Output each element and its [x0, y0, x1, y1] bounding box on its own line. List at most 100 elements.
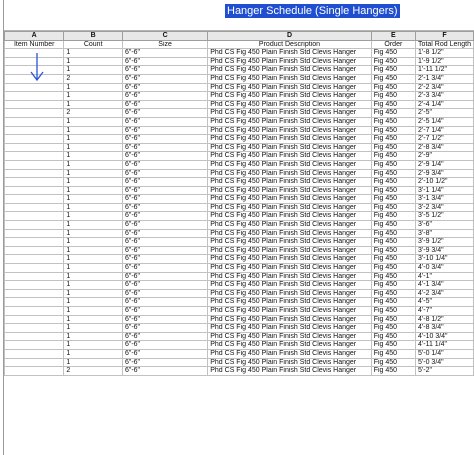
cell-order[interactable]: Fig 450 — [370, 108, 417, 118]
cell-total-rod-length[interactable]: 4'-2 3/4" — [415, 288, 474, 299]
table-row[interactable]: 1 6"-6" Phd CS Fig 450 Plain Finish Std Cl… — [3, 65, 474, 75]
cell-order[interactable]: Fig 450 — [370, 202, 417, 213]
cell-product-description[interactable]: Phd CS Fig 450 Plain Finish Std Clevis H… — [207, 331, 372, 342]
cell-product-description[interactable]: Phd CS Fig 450 Plain Finish Std Clevis H… — [207, 237, 372, 247]
table-row[interactable]: 1 6"-6" Phd CS Fig 450 Plain Finish Std Cl… — [3, 142, 474, 153]
cell-size[interactable]: 6"-6" — [121, 297, 209, 307]
cell-size[interactable]: 6"-6" — [121, 65, 209, 75]
cell-item-number[interactable] — [3, 323, 65, 333]
table-row[interactable]: 1 6"-6" Phd CS Fig 450 Plain Finish Std Cl… — [3, 263, 474, 273]
cell-total-rod-length[interactable]: 2'-10 1/2" — [415, 177, 474, 187]
cell-total-rod-length[interactable]: 2'-9" — [415, 151, 474, 161]
cell-order[interactable]: Fig 450 — [370, 48, 417, 58]
cell-order[interactable]: Fig 450 — [370, 280, 417, 290]
cell-count[interactable]: 1 — [63, 263, 123, 273]
cell-count[interactable]: 1 — [63, 159, 123, 170]
cell-item-number[interactable] — [3, 177, 65, 187]
cell-item-number[interactable] — [3, 108, 65, 118]
cell-product-description[interactable]: Phd CS Fig 450 Plain Finish Std Clevis H… — [207, 82, 372, 93]
cell-order[interactable]: Fig 450 — [370, 194, 417, 204]
cell-total-rod-length[interactable]: 3'-6" — [415, 220, 474, 230]
table-row[interactable]: 2 6"-6" Phd CS Fig 450 Plain Finish Std Cl… — [3, 108, 474, 118]
cell-order[interactable]: Fig 450 — [370, 237, 417, 247]
cell-size[interactable]: 6"-6" — [121, 82, 209, 93]
cell-product-description[interactable]: Phd CS Fig 450 Plain Finish Std Clevis H… — [207, 220, 372, 230]
cell-count[interactable]: 1 — [63, 91, 123, 101]
cell-product-description[interactable]: Phd CS Fig 450 Plain Finish Std Clevis H… — [207, 280, 372, 290]
table-row[interactable]: 1 6"-6" Phd CS Fig 450 Plain Finish Std Cl… — [3, 340, 474, 350]
cell-count[interactable]: 1 — [63, 99, 123, 110]
cell-product-description[interactable]: Phd CS Fig 450 Plain Finish Std Clevis H… — [207, 263, 372, 273]
cell-item-number[interactable] — [3, 366, 65, 376]
cell-order[interactable]: Fig 450 — [370, 357, 417, 368]
cell-size[interactable]: 6"-6" — [121, 306, 209, 316]
table-row[interactable]: 1 6"-6" Phd CS Fig 450 Plain Finish Std Cl… — [3, 168, 474, 179]
cell-total-rod-length[interactable]: 2'-9 1/4" — [415, 159, 474, 170]
cell-order[interactable]: Fig 450 — [370, 314, 417, 325]
cell-product-description[interactable]: Phd CS Fig 450 Plain Finish Std Clevis H… — [207, 357, 372, 368]
table-row[interactable]: 1 6"-6" Phd CS Fig 450 Plain Finish Std Cl… — [3, 323, 474, 333]
cell-count[interactable]: 1 — [63, 357, 123, 368]
cell-total-rod-length[interactable]: 4'-7" — [415, 306, 474, 316]
cell-count[interactable]: 1 — [63, 237, 123, 247]
cell-total-rod-length[interactable]: 1'-8 1/2" — [415, 48, 474, 58]
table-row[interactable]: 1 6"-6" Phd CS Fig 450 Plain Finish Std Cl… — [3, 91, 474, 101]
cell-order[interactable]: Fig 450 — [370, 82, 417, 93]
cell-order[interactable]: Fig 450 — [370, 348, 417, 359]
table-row[interactable]: 1 6"-6" Phd CS Fig 450 Plain Finish Std Cl… — [3, 194, 474, 204]
cell-total-rod-length[interactable]: 3'-8" — [415, 228, 474, 239]
cell-item-number[interactable] — [3, 134, 65, 144]
cell-item-number[interactable] — [3, 151, 65, 161]
cell-order[interactable]: Fig 450 — [370, 297, 417, 307]
cell-order[interactable]: Fig 450 — [370, 323, 417, 333]
cell-product-description[interactable]: Phd CS Fig 450 Plain Finish Std Clevis H… — [207, 185, 372, 196]
cell-order[interactable]: Fig 450 — [370, 142, 417, 153]
cell-item-number[interactable] — [3, 314, 65, 325]
cell-total-rod-length[interactable]: 4'-1 3/4" — [415, 280, 474, 290]
cell-count[interactable]: 1 — [63, 245, 123, 256]
cell-count[interactable]: 1 — [63, 220, 123, 230]
cell-item-number[interactable] — [3, 263, 65, 273]
cell-count[interactable]: 1 — [63, 254, 123, 265]
cell-size[interactable]: 6"-6" — [121, 73, 209, 84]
cell-product-description[interactable]: Phd CS Fig 450 Plain Finish Std Clevis H… — [207, 366, 372, 376]
cell-total-rod-length[interactable]: 2'-5 1/4" — [415, 116, 474, 127]
cell-count[interactable]: 1 — [63, 297, 123, 307]
cell-product-description[interactable]: Phd CS Fig 450 Plain Finish Std Clevis H… — [207, 314, 372, 325]
cell-order[interactable]: Fig 450 — [370, 306, 417, 316]
cell-size[interactable]: 6"-6" — [121, 177, 209, 187]
cell-total-rod-length[interactable]: 4'-10 3/4" — [415, 331, 474, 342]
header-size[interactable]: Size — [121, 39, 209, 50]
table-row[interactable]: 1 6"-6" Phd CS Fig 450 Plain Finish Std Cl… — [3, 151, 474, 161]
cell-size[interactable]: 6"-6" — [121, 151, 209, 161]
cell-total-rod-length[interactable]: 1'-11 1/2" — [415, 65, 474, 75]
cell-order[interactable]: Fig 450 — [370, 220, 417, 230]
cell-size[interactable]: 6"-6" — [121, 134, 209, 144]
cell-order[interactable]: Fig 450 — [370, 65, 417, 75]
cell-count[interactable]: 1 — [63, 185, 123, 196]
cell-size[interactable]: 6"-6" — [121, 202, 209, 213]
cell-order[interactable]: Fig 450 — [370, 211, 417, 222]
cell-product-description[interactable]: Phd CS Fig 450 Plain Finish Std Clevis H… — [207, 245, 372, 256]
cell-item-number[interactable] — [3, 211, 65, 222]
cell-item-number[interactable] — [3, 280, 65, 290]
cell-product-description[interactable]: Phd CS Fig 450 Plain Finish Std Clevis H… — [207, 211, 372, 222]
cell-count[interactable]: 2 — [63, 108, 123, 118]
cell-product-description[interactable]: Phd CS Fig 450 Plain Finish Std Clevis H… — [207, 91, 372, 101]
cell-size[interactable]: 6"-6" — [121, 168, 209, 179]
cell-product-description[interactable]: Phd CS Fig 450 Plain Finish Std Clevis H… — [207, 306, 372, 316]
cell-count[interactable]: 2 — [63, 73, 123, 84]
cell-total-rod-length[interactable]: 5'-2" — [415, 366, 474, 376]
cell-size[interactable]: 6"-6" — [121, 237, 209, 247]
cell-count[interactable]: 1 — [63, 65, 123, 75]
cell-count[interactable]: 1 — [63, 177, 123, 187]
header-item-number[interactable]: Item Number — [3, 39, 65, 50]
schedule-title-bar[interactable]: Hanger Schedule (Single Hangers) — [4, 0, 474, 31]
cell-count[interactable]: 1 — [63, 228, 123, 239]
cell-item-number[interactable] — [3, 194, 65, 204]
cell-count[interactable]: 1 — [63, 314, 123, 325]
cell-item-number[interactable] — [3, 159, 65, 170]
table-row[interactable]: 1 6"-6" Phd CS Fig 450 Plain Finish Std Cl… — [3, 306, 474, 316]
cell-product-description[interactable]: Phd CS Fig 450 Plain Finish Std Clevis H… — [207, 228, 372, 239]
table-row[interactable]: 1 6"-6" Phd CS Fig 450 Plain Finish Std Cl… — [3, 288, 474, 299]
